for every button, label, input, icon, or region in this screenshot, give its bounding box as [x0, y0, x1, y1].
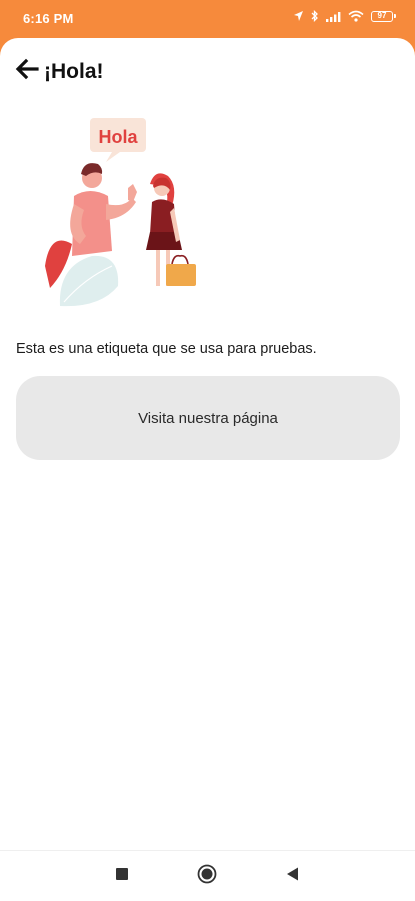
- recents-button[interactable]: [102, 851, 142, 901]
- status-icons: 97: [293, 10, 396, 22]
- system-nav-bar: [0, 850, 415, 901]
- app-screen: ¡Hola! Hola Esta es una etiqueta que se …: [0, 38, 415, 901]
- recents-square-icon: [116, 867, 128, 885]
- speech-bubble-text: Hola: [98, 127, 138, 147]
- home-circle-icon: [197, 864, 217, 889]
- page-title: ¡Hola!: [44, 60, 104, 83]
- back-triangle-icon: [286, 867, 299, 886]
- arrow-left-icon: [15, 58, 39, 85]
- app-bar: ¡Hola!: [0, 38, 415, 108]
- bluetooth-icon: [311, 10, 319, 22]
- location-icon: [293, 10, 304, 22]
- signal-icon: [326, 11, 341, 22]
- back-button[interactable]: [14, 58, 40, 84]
- description-label: Esta es una etiqueta que se usa para pru…: [16, 341, 317, 357]
- status-bar: 6:16 PM 97: [0, 0, 415, 38]
- status-time: 6:16 PM: [23, 11, 74, 26]
- battery-icon: 97: [371, 10, 396, 22]
- visit-page-button[interactable]: Visita nuestra página: [16, 376, 400, 460]
- home-button[interactable]: [187, 851, 227, 901]
- greeting-illustration: Hola: [40, 116, 210, 311]
- back-nav-button[interactable]: [272, 851, 312, 901]
- wifi-icon: [348, 10, 364, 22]
